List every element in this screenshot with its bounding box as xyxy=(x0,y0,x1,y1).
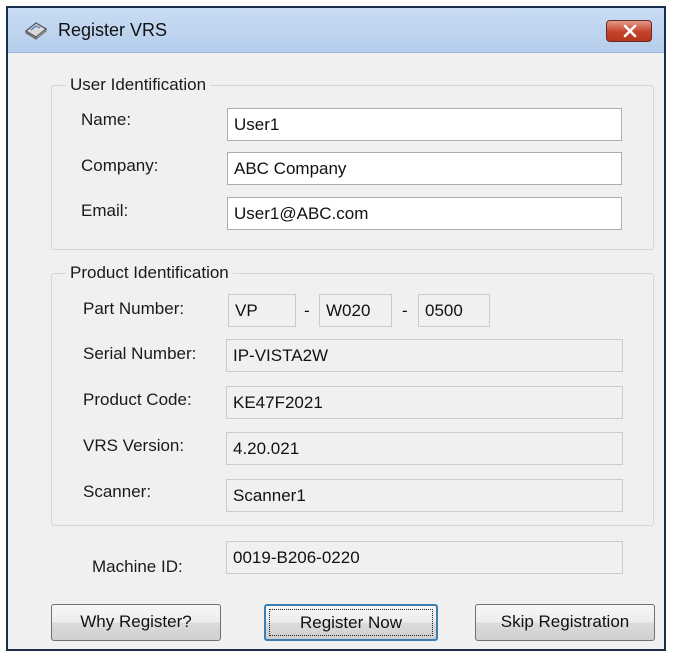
serial-number-label: Serial Number: xyxy=(83,344,197,363)
machine-id-field: 0019-B206-0220 xyxy=(226,541,623,574)
product-identification-legend: Product Identification xyxy=(66,263,233,283)
company-label: Company: xyxy=(81,156,159,175)
title-bar[interactable]: Register VRS xyxy=(8,8,664,53)
register-vrs-dialog: Register VRS User Identification Name: U… xyxy=(6,6,666,651)
skip-registration-button[interactable]: Skip Registration xyxy=(475,604,655,641)
part-number-segment-3: 0500 xyxy=(418,294,490,327)
why-register-button[interactable]: Why Register? xyxy=(51,604,221,641)
vrs-version-field: 4.20.021 xyxy=(226,432,623,465)
vrs-version-label: VRS Version: xyxy=(83,436,185,455)
close-icon xyxy=(623,24,637,38)
scanner-field: Scanner1 xyxy=(226,479,623,512)
user-identification-group: User Identification Name: User1 Company:… xyxy=(51,75,654,250)
register-now-button[interactable]: Register Now xyxy=(264,604,438,641)
register-now-label: Register Now xyxy=(299,613,403,632)
window-title: Register VRS xyxy=(58,20,168,40)
company-field[interactable]: ABC Company xyxy=(227,152,622,185)
serial-number-field: IP-VISTA2W xyxy=(226,339,623,372)
product-code-field: KE47F2021 xyxy=(226,386,623,419)
scanner-label: Scanner: xyxy=(83,482,152,501)
part-number-label: Part Number: xyxy=(83,299,185,318)
user-identification-legend: User Identification xyxy=(66,75,211,95)
product-identification-group: Product Identification Part Number: VP -… xyxy=(51,263,654,526)
machine-id-label: Machine ID: xyxy=(92,557,183,576)
part-number-segment-1: VP xyxy=(228,294,296,327)
part-number-separator-2: - xyxy=(402,301,408,320)
scanner-app-icon xyxy=(24,20,48,40)
email-label: Email: xyxy=(81,201,129,220)
product-code-label: Product Code: xyxy=(83,390,192,409)
close-button[interactable] xyxy=(606,20,652,42)
name-field[interactable]: User1 xyxy=(227,108,622,141)
part-number-segment-2: W020 xyxy=(319,294,392,327)
email-field[interactable]: User1@ABC.com xyxy=(227,197,622,230)
part-number-separator-1: - xyxy=(304,301,310,320)
name-label: Name: xyxy=(81,110,132,129)
